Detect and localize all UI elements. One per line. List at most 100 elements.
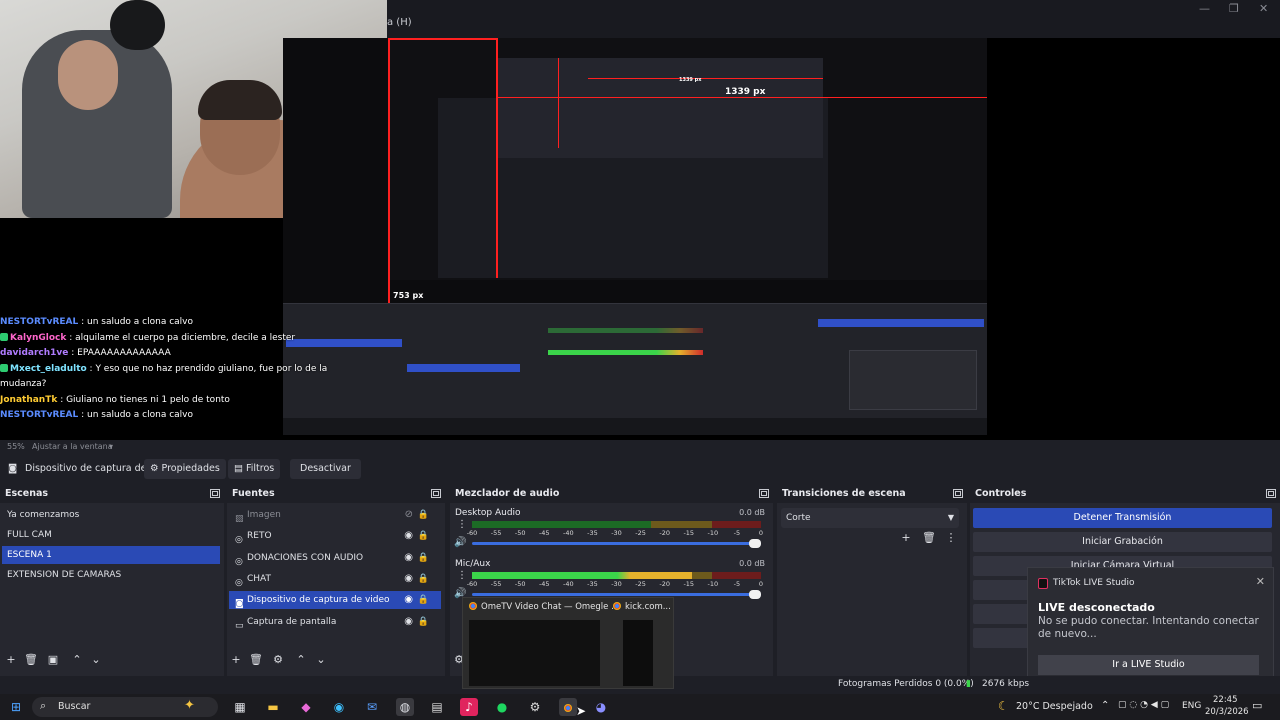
slider-handle[interactable] <box>749 590 761 599</box>
thumbnail-title[interactable]: OmeTV Video Chat — Omegle ... <box>469 602 619 612</box>
person-right-hair <box>198 80 282 120</box>
monitor-icon: ▭ <box>235 620 244 631</box>
close-icon[interactable]: ✕ <box>1256 575 1265 588</box>
speaker-icon[interactable]: 🔊 <box>454 537 466 548</box>
source-item[interactable]: ◙ Dispositivo de captura de video ◉ 🔒 <box>229 591 441 610</box>
scene-item[interactable]: EXTENSION DE CAMARAS <box>2 566 220 584</box>
eye-icon[interactable]: ◉ <box>404 570 413 588</box>
transitions-title: Transiciones de escena <box>782 488 906 499</box>
trash-icon[interactable]: 🗑 <box>248 652 264 668</box>
eye-icon[interactable]: ◉ <box>404 527 413 545</box>
more-icon[interactable]: ⋮ <box>457 519 467 530</box>
thumbnail-preview[interactable] <box>623 620 653 686</box>
scenes-toolbar: + 🗑 ▣ ⌃ ⌄ <box>0 652 224 670</box>
tiktok-icon[interactable]: ♪ <box>460 698 478 716</box>
globe-icon: ◎ <box>235 556 243 567</box>
add-icon[interactable]: + <box>898 530 914 546</box>
settings-icon[interactable]: ⚙ <box>526 698 544 716</box>
chat-username: KalynGlock <box>10 332 67 343</box>
source-label: DONACIONES CON AUDIO <box>247 552 364 563</box>
meter-tick: 0 <box>758 580 764 588</box>
trash-icon[interactable]: 🗑 <box>921 530 937 546</box>
scene-item[interactable]: Ya comenzamos <box>2 506 220 524</box>
clock-time[interactable]: 22:45 <box>1213 695 1238 705</box>
meter-tick: -45 <box>538 529 550 537</box>
notification-icon[interactable]: ▭ <box>1252 699 1262 712</box>
eye-icon[interactable]: ◉ <box>404 591 413 609</box>
move-down-icon[interactable]: ⌄ <box>313 652 329 668</box>
edge-icon[interactable]: ◉ <box>330 698 348 716</box>
chevron-down-icon[interactable]: ▾ <box>109 442 113 451</box>
chat-text: : alquilame el cuerpo pa diciembre, deci… <box>66 332 296 343</box>
chat-text: : un saludo a clona calvo <box>78 410 193 420</box>
mail-icon[interactable]: ✉ <box>363 698 381 716</box>
trash-icon[interactable]: 🗑 <box>23 652 39 668</box>
source-item[interactable]: ◎ CHAT ◉ 🔒 <box>229 570 441 588</box>
chrome-icon[interactable] <box>559 698 577 716</box>
volume-slider[interactable] <box>472 590 761 599</box>
chevron-up-icon[interactable]: ⌃ <box>1101 700 1109 711</box>
language-indicator[interactable]: ENG <box>1182 701 1201 711</box>
volume-slider[interactable] <box>472 539 761 548</box>
discord-icon[interactable]: ◕ <box>592 698 610 716</box>
scene-item[interactable]: FULL CAM <box>2 526 220 544</box>
copilot-icon[interactable]: ◆ <box>297 698 315 716</box>
source-item[interactable]: ▭ Captura de pantalla ◉ 🔒 <box>229 613 441 631</box>
source-item[interactable]: ◎ RETO ◉ 🔒 <box>229 527 441 545</box>
undock-icon[interactable] <box>431 489 441 498</box>
eye-icon[interactable]: ◉ <box>404 549 413 567</box>
stop-streaming-button[interactable]: Detener Transmisión <box>973 508 1272 528</box>
badge-icon <box>0 332 8 341</box>
program-preview[interactable]: a (H) — ❐ ✕ 1339 px 1339 px 753 px NESTO… <box>0 0 1280 440</box>
scenes-dock: Escenas Ya comenzamos FULL CAM ESCENA 1 EXT… <box>0 486 224 676</box>
add-icon[interactable]: + <box>3 652 19 668</box>
move-up-icon[interactable]: ⌃ <box>293 652 309 668</box>
lock-icon[interactable]: 🔒 <box>418 570 429 588</box>
channel-db: 0.0 dB <box>739 559 765 568</box>
spotify-icon[interactable]: ● <box>493 698 511 716</box>
go-to-live-studio-button[interactable]: Ir a LIVE Studio <box>1038 655 1259 675</box>
fit-window-dropdown[interactable]: Ajustar a la ventana <box>32 442 113 451</box>
taskbar-search[interactable]: ⌕ Buscar ✦ <box>32 697 218 717</box>
source-item[interactable]: ▨ Imagen ⊘ 🔒 <box>229 506 441 524</box>
more-icon[interactable]: ⋮ <box>943 530 959 546</box>
thumbnail-title[interactable]: kick.com... <box>613 602 671 612</box>
deactivate-button[interactable]: Desactivar <box>290 459 361 479</box>
lock-icon[interactable]: 🔒 <box>418 549 429 567</box>
undock-icon[interactable] <box>1266 489 1276 498</box>
move-down-icon[interactable]: ⌄ <box>88 652 104 668</box>
windows-start-icon[interactable]: ⊞ <box>7 698 25 716</box>
clock-date[interactable]: 20/3/2026 <box>1205 707 1249 717</box>
obs-icon[interactable]: ◍ <box>396 698 414 716</box>
start-recording-button[interactable]: Iniciar Grabación <box>973 532 1272 552</box>
move-up-icon[interactable]: ⌃ <box>69 652 85 668</box>
tray-icons[interactable]: ▢ ◌ ◔ ◀ ▢ <box>1118 700 1169 710</box>
undock-icon[interactable] <box>210 489 220 498</box>
undock-icon[interactable] <box>953 489 963 498</box>
filter-icon[interactable]: ▣ <box>45 652 61 668</box>
filters-button[interactable]: ▤ Filtros <box>228 459 281 479</box>
source-item[interactable]: ◎ DONACIONES CON AUDIO ◉ 🔒 <box>229 549 441 567</box>
slider-handle[interactable] <box>749 539 761 548</box>
distance-label-horizontal: 1339 px <box>725 87 766 97</box>
undock-icon[interactable] <box>759 489 769 498</box>
lock-icon[interactable]: 🔒 <box>418 527 429 545</box>
scene-item[interactable]: ESCENA 1 <box>2 546 220 564</box>
more-icon[interactable]: ⋮ <box>457 570 467 581</box>
lock-icon[interactable]: 🔒 <box>418 506 429 524</box>
task-view-icon[interactable]: ▦ <box>231 698 249 716</box>
gear-icon[interactable]: ⚙ <box>270 652 286 668</box>
lock-icon[interactable]: 🔒 <box>418 591 429 609</box>
properties-button[interactable]: ⚙ Propiedades <box>144 459 226 479</box>
thumbnail-preview[interactable] <box>469 620 600 686</box>
source-label: CHAT <box>247 573 272 584</box>
search-placeholder: Buscar <box>58 701 91 712</box>
eye-slash-icon[interactable]: ⊘ <box>405 506 413 524</box>
lock-icon[interactable]: 🔒 <box>418 613 429 631</box>
store-icon[interactable]: ▤ <box>428 698 446 716</box>
file-explorer-icon[interactable]: ▬ <box>264 698 282 716</box>
eye-icon[interactable]: ◉ <box>404 613 413 631</box>
transition-select[interactable]: Corte ▼ <box>781 508 959 528</box>
chat-username: Mxect_eladulto <box>10 363 87 374</box>
add-icon[interactable]: + <box>228 652 244 668</box>
